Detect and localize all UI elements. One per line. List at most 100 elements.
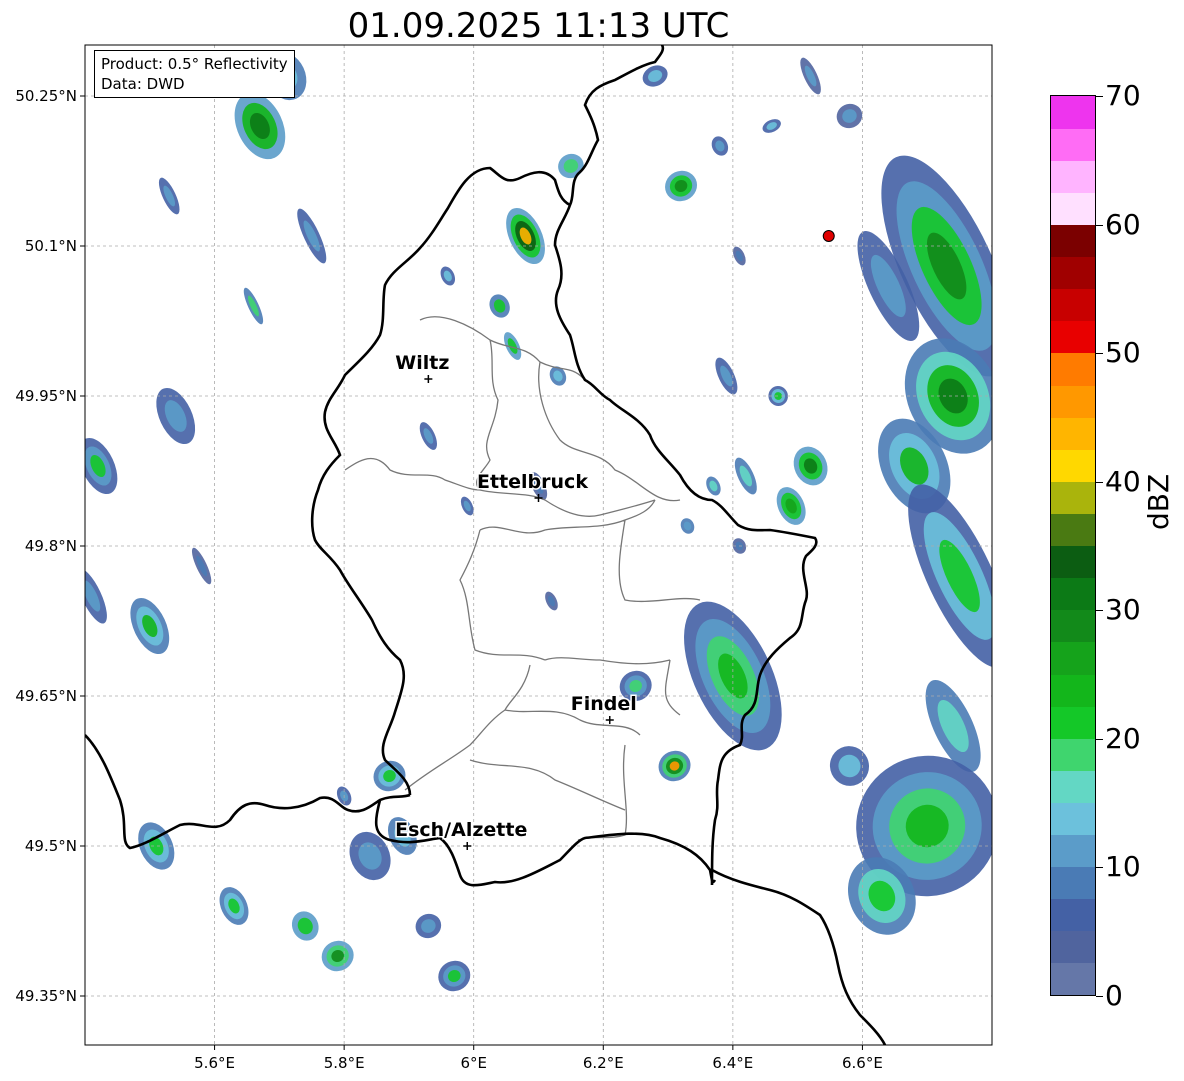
lat-label: 49.5°N [24, 837, 77, 855]
lon-label: 6.2°E [582, 1054, 624, 1072]
colorbar-tick-label: 70 [1105, 79, 1141, 112]
colorbar-tick [1096, 96, 1103, 97]
echo-cell [191, 547, 212, 585]
echo-cell [706, 476, 721, 496]
colorbar-segment [1051, 834, 1095, 868]
lat-label: 49.65°N [15, 687, 77, 705]
lon-label: 5.6°E [194, 1054, 235, 1072]
colorbar-segment [1051, 160, 1095, 193]
colorbar-tick [1096, 481, 1103, 483]
echo-cell [243, 287, 264, 325]
echo-cell [219, 887, 249, 925]
colorbar-tick [1096, 224, 1103, 226]
echo-cell [762, 119, 781, 133]
echo-cell [836, 103, 863, 129]
echo-cell [715, 357, 738, 395]
echo-cell [658, 750, 691, 782]
colorbar-tick-label: 10 [1105, 850, 1141, 884]
radar-map: Wiltz Ettelbruck Findel Esch/Alzette [80, 44, 993, 1050]
echo-cell [734, 457, 757, 495]
echo-cell [680, 518, 695, 534]
echo-cell [665, 170, 698, 202]
product-label: Product: 0.5° Reflectivity [101, 55, 288, 73]
colorbar-segment [1051, 866, 1095, 900]
colorbar-segment [1051, 417, 1095, 450]
echo-cell [503, 332, 522, 360]
place-wiltz: Wiltz [394, 351, 451, 383]
place-label: Esch/Alzette [395, 819, 527, 841]
dbz-colorbar [1050, 95, 1096, 996]
colorbar-segment [1051, 384, 1095, 418]
radar-echo-layer [85, 51, 992, 992]
colorbar-tick-label: 50 [1105, 336, 1141, 370]
radar-site-marker [822, 230, 835, 242]
colorbar-tick [1096, 738, 1103, 740]
colorbar-segment [1051, 673, 1095, 707]
place-ettelbruck: Ettelbruck [476, 470, 590, 502]
echo-cell [297, 208, 327, 264]
colorbar-tick-label: 40 [1105, 464, 1141, 498]
lon-label: 6°E [460, 1054, 487, 1072]
colorbar-segment [1051, 513, 1095, 547]
colorbar-tick-label: 0 [1105, 979, 1123, 1012]
echo-cell [776, 487, 806, 525]
colorbar-segment [1051, 288, 1095, 322]
colorbar-tick [1096, 996, 1103, 997]
colorbar-segment [1051, 738, 1095, 771]
lat-label: 49.35°N [15, 987, 77, 1005]
echo-cell [558, 153, 584, 179]
colorbar-segment [1051, 706, 1095, 739]
lat-label: 50.1°N [24, 237, 77, 255]
colorbar-segment [1051, 192, 1095, 226]
boundary-layer [85, 45, 887, 1045]
product-info-box: Product: 0.5° Reflectivity Data: DWD [94, 50, 295, 98]
colorbar-segment [1051, 898, 1095, 932]
echo-cell [545, 591, 558, 611]
echo-cell [829, 746, 870, 786]
colorbar-tick-label: 30 [1105, 593, 1141, 627]
colorbar-tick-label: 60 [1105, 207, 1141, 241]
colorbar-segment [1051, 962, 1095, 995]
echo-cell [800, 57, 821, 95]
echo-cell [506, 207, 545, 265]
lon-label: 6.6°E [842, 1054, 883, 1072]
colorbar-tick [1096, 867, 1103, 869]
lon-label: 6.4°E [712, 1054, 754, 1072]
echo-cell [291, 911, 319, 941]
colorbar-unit-label: dBZ [1142, 473, 1175, 530]
colorbar-tick [1096, 610, 1103, 612]
echo-cell [156, 387, 196, 445]
colorbar-tick-label: 20 [1105, 721, 1141, 755]
colorbar-segment [1051, 449, 1095, 482]
place-findel: Findel [569, 692, 638, 724]
colorbar-segment [1051, 577, 1095, 611]
colorbar-segment [1051, 770, 1095, 803]
lat-label: 50.25°N [15, 87, 77, 105]
echo-cell [440, 266, 456, 286]
echo-cell [373, 760, 406, 792]
echo-cell [711, 136, 729, 156]
german-border [553, 45, 887, 1045]
place-label: Ettelbruck [477, 471, 588, 493]
colorbar-segment [1051, 802, 1095, 836]
colorbar-segment [1051, 545, 1095, 579]
colorbar-segment [1051, 320, 1095, 354]
colorbar-segment [1051, 128, 1095, 161]
colorbar-segment [1051, 96, 1095, 129]
echo-cell [321, 940, 354, 972]
data-source-label: Data: DWD [101, 75, 185, 93]
colorbar-segment [1051, 224, 1095, 258]
colorbar-segment [1051, 256, 1095, 290]
echo-cell [438, 960, 471, 992]
lat-label: 49.8°N [24, 537, 77, 555]
canton-boundaries [344, 316, 701, 841]
echo-cell [793, 446, 828, 486]
colorbar-segment [1051, 609, 1095, 643]
colorbar-tick [1096, 353, 1103, 355]
echo-cell [158, 177, 180, 215]
lon-label: 5.8°E [323, 1054, 365, 1072]
colorbar-segment [1051, 641, 1095, 675]
echo-cell [419, 422, 438, 450]
echo-cell [130, 597, 170, 655]
lat-label: 49.95°N [15, 387, 77, 405]
